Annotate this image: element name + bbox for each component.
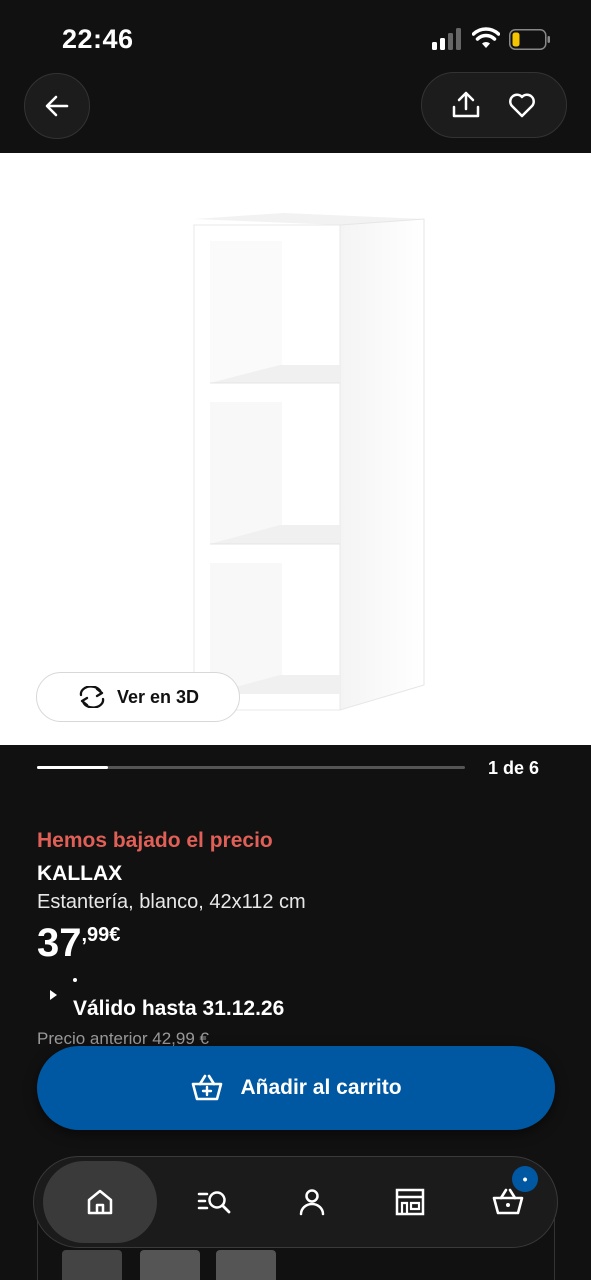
image-counter: 1 de 6	[488, 758, 540, 778]
product-image	[193, 213, 425, 711]
price-integer: 37	[37, 921, 82, 965]
nav-home[interactable]	[42, 1161, 157, 1243]
back-button[interactable]	[24, 73, 90, 139]
heart-icon	[509, 93, 535, 118]
product-price: 37 ,99€	[37, 920, 120, 966]
battery-icon	[509, 29, 550, 50]
nav-cart[interactable]: •	[468, 1162, 548, 1242]
price-decimal: ,99€	[81, 924, 121, 946]
store-icon	[396, 1188, 425, 1216]
product-name[interactable]: KALLAX	[37, 862, 122, 886]
top-navigation	[0, 70, 591, 153]
view-3d-label: Ver en 3D	[116, 686, 200, 707]
nav-stores[interactable]	[370, 1162, 450, 1242]
status-bar: 22:46	[0, 0, 591, 70]
product-image-carousel[interactable]: Ver en 3D	[0, 153, 591, 745]
product-description: Estantería, blanco, 42x112 cm	[37, 891, 306, 913]
view-3d-button[interactable]: Ver en 3D	[36, 672, 240, 722]
price-drop-label: Hemos bajado el precio	[37, 829, 273, 852]
nav-profile[interactable]	[272, 1162, 352, 1242]
offer-valid-until: Válido hasta 31.12.26	[73, 997, 285, 1020]
person-icon	[300, 1189, 325, 1216]
add-to-cart-label: Añadir al carrito	[240, 1076, 402, 1099]
bottom-navigation: •	[33, 1156, 558, 1248]
rotate-3d-icon	[79, 686, 105, 708]
variant-thumbnail[interactable]	[62, 1250, 122, 1280]
carousel-progress-fill	[37, 766, 109, 769]
favorite-button[interactable]	[502, 85, 542, 125]
share-icon	[452, 91, 480, 118]
cart-badge: •	[512, 1166, 539, 1192]
wifi-icon	[472, 27, 500, 48]
variant-thumbnail[interactable]	[140, 1250, 200, 1280]
basket-icon	[492, 1188, 524, 1215]
carousel-progress	[37, 766, 465, 769]
status-time: 22:46	[62, 24, 134, 54]
basket-plus-icon	[192, 1074, 223, 1101]
nav-search[interactable]	[175, 1162, 255, 1242]
home-icon	[87, 1189, 113, 1215]
add-to-cart-button[interactable]: Añadir al carrito	[37, 1046, 555, 1130]
variant-thumbnail[interactable]	[216, 1250, 276, 1280]
search-list-icon	[197, 1191, 231, 1214]
action-pill	[421, 72, 567, 138]
arrow-left-icon	[45, 95, 69, 117]
share-button[interactable]	[446, 85, 486, 125]
cellular-signal-icon	[432, 28, 461, 50]
bullet-dot	[73, 978, 77, 982]
expand-triangle-icon[interactable]	[50, 990, 57, 1000]
